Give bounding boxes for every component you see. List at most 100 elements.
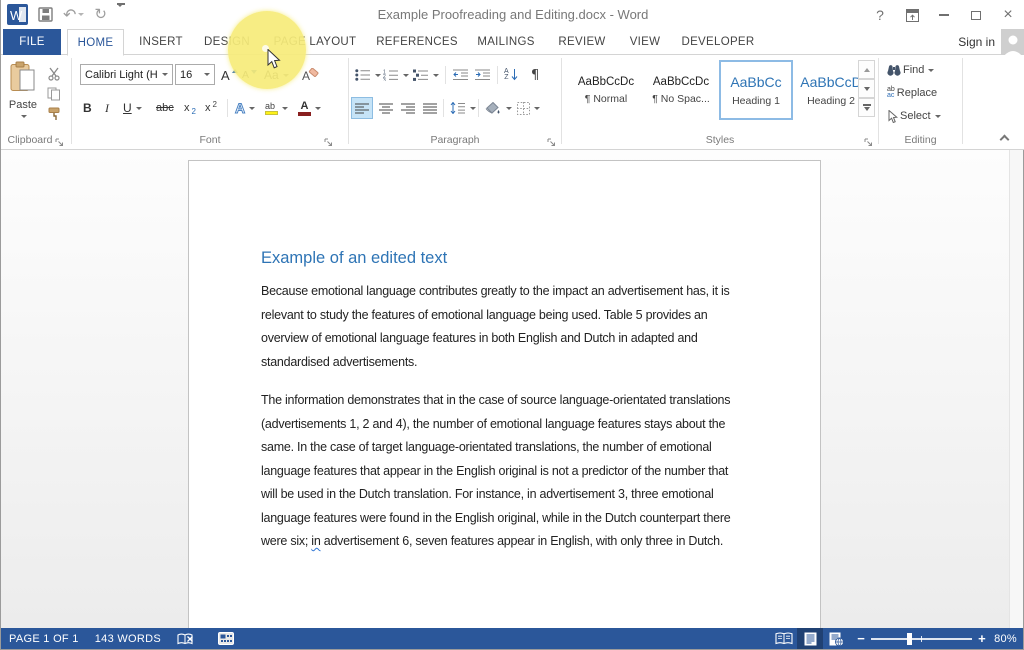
style-heading-1[interactable]: AaBbCc Heading 1 — [719, 60, 793, 120]
paragraph-line: Because emotional language contributes g… — [261, 280, 761, 304]
format-painter-icon — [47, 107, 61, 121]
text-effects-button[interactable]: A — [233, 97, 257, 119]
grammar-flagged-word[interactable]: in — [311, 534, 320, 548]
font-size-combo[interactable]: 16 — [175, 64, 215, 85]
close-icon[interactable]: × — [999, 6, 1017, 24]
superscript-button[interactable]: x2 — [203, 97, 219, 119]
sign-in-link[interactable]: Sign in — [958, 29, 995, 55]
macro-record-icon[interactable] — [210, 628, 242, 649]
styles-gallery-more-button[interactable] — [858, 98, 875, 117]
subscript-button[interactable]: x2 — [182, 97, 198, 119]
bold-button[interactable]: B — [81, 97, 95, 119]
paragraph-line: standardised advertisements. — [261, 351, 761, 375]
copy-icon — [47, 87, 61, 101]
maximize-icon[interactable] — [967, 6, 985, 24]
increase-indent-button[interactable] — [473, 64, 493, 86]
ribbon-tab-bar: FILE HOME INSERT DESIGN PAGE LAYOUT REFE… — [1, 29, 1024, 55]
find-button[interactable]: Find — [885, 59, 936, 81]
tab-mailings[interactable]: MAILINGS — [471, 29, 541, 55]
ribbon-display-options-icon[interactable] — [903, 6, 921, 24]
avatar[interactable] — [1001, 29, 1024, 55]
font-color-button[interactable]: A — [296, 97, 323, 119]
tab-insert[interactable]: INSERT — [134, 29, 188, 55]
font-group: Calibri Light (H 16 A A Aa A B I U abc — [72, 55, 348, 149]
title-bar: W ↶ ↻ Example Proofreading and Editing.d… — [1, 0, 1024, 29]
tab-references[interactable]: REFERENCES — [375, 29, 459, 55]
paragraph-dialog-launcher-icon[interactable] — [547, 134, 557, 144]
select-button[interactable]: Select — [885, 105, 943, 127]
paragraph-line: The information demonstrates that in the… — [261, 389, 761, 413]
document-canvas: Example of an edited text Because emotio… — [1, 150, 1023, 628]
view-switcher — [771, 628, 849, 649]
shading-button[interactable] — [483, 97, 514, 119]
align-left-button[interactable] — [351, 97, 373, 119]
bullets-button[interactable] — [353, 64, 383, 86]
format-painter-button[interactable] — [45, 103, 65, 125]
highlight-button[interactable]: ab — [263, 97, 290, 119]
zoom-percentage[interactable]: 80% — [994, 633, 1017, 645]
clipboard-dialog-launcher-icon[interactable] — [55, 134, 65, 144]
font-name-combo[interactable]: Calibri Light (H — [80, 64, 173, 85]
print-layout-button[interactable] — [797, 628, 823, 649]
zoom-out-icon[interactable]: − — [857, 631, 865, 646]
zoom-thumb[interactable] — [907, 633, 912, 645]
find-binoculars-icon — [887, 64, 901, 76]
justify-button[interactable] — [420, 97, 440, 119]
highlight-dropdown-icon — [282, 107, 288, 110]
cut-button[interactable] — [45, 63, 65, 85]
align-right-button[interactable] — [398, 97, 418, 119]
style-heading-2[interactable]: AaBbCcD Heading 2 — [795, 60, 867, 120]
multilevel-list-button[interactable] — [411, 64, 441, 86]
font-size-value: 16 — [180, 69, 192, 81]
proofing-errors-icon[interactable] — [169, 628, 202, 649]
clear-formatting-icon: A — [302, 68, 319, 83]
clear-formatting-button[interactable]: A — [300, 64, 321, 86]
page-indicator[interactable]: PAGE 1 OF 1 — [1, 628, 87, 649]
numbering-button[interactable]: 123 — [381, 64, 411, 86]
help-icon[interactable]: ? — [871, 6, 889, 24]
replace-button[interactable]: ab ac Replace — [885, 82, 939, 104]
sort-button[interactable]: A Z — [502, 64, 520, 86]
italic-button[interactable]: I — [103, 97, 115, 119]
strikethrough-button[interactable]: abc — [154, 97, 176, 119]
web-layout-button[interactable] — [823, 628, 849, 649]
zoom-track[interactable] — [871, 633, 972, 645]
show-hide-pilcrow-button[interactable]: ¶ — [529, 64, 541, 86]
styles-gallery-up-button[interactable] — [858, 60, 875, 79]
minimize-icon[interactable] — [935, 6, 953, 24]
tab-review[interactable]: REVIEW — [553, 29, 611, 55]
font-dialog-launcher-icon[interactable] — [324, 134, 334, 144]
underline-button[interactable]: U — [121, 97, 144, 119]
read-mode-button[interactable] — [771, 628, 797, 649]
decrease-indent-button[interactable] — [451, 64, 471, 86]
sort-arrow-icon — [511, 69, 518, 81]
zoom-slider[interactable]: − + — [857, 631, 986, 646]
style-no-spacing[interactable]: AaBbCcDc ¶ No Spac... — [645, 60, 717, 120]
tab-home[interactable]: HOME — [67, 29, 124, 56]
paragraph-group: 123 A Z ¶ — [349, 55, 561, 149]
line-spacing-dropdown-icon — [470, 107, 476, 110]
style-normal[interactable]: AaBbCcDc ¶ Normal — [570, 60, 642, 120]
line-spacing-button[interactable] — [448, 97, 478, 119]
tab-developer[interactable]: DEVELOPER — [679, 29, 757, 55]
paste-button[interactable]: Paste — [5, 59, 41, 127]
align-center-button[interactable] — [376, 97, 396, 119]
styles-dialog-launcher-icon[interactable] — [864, 134, 874, 144]
read-mode-icon — [775, 632, 793, 645]
replace-label: Replace — [897, 87, 937, 99]
collapse-ribbon-button[interactable] — [1001, 133, 1017, 145]
paragraph-group-label: Paragraph — [349, 134, 561, 146]
replace-icon: ab ac — [887, 87, 895, 99]
copy-button[interactable] — [45, 83, 65, 105]
styles-gallery-down-button[interactable] — [858, 79, 875, 98]
zoom-in-icon[interactable]: + — [978, 631, 986, 646]
paste-dropdown-icon[interactable] — [21, 115, 27, 118]
vertical-scrollbar[interactable] — [1009, 150, 1023, 628]
borders-button[interactable] — [515, 97, 542, 119]
document-page[interactable]: Example of an edited text Because emotio… — [188, 160, 821, 628]
tab-file[interactable]: FILE — [3, 29, 61, 55]
tab-view[interactable]: VIEW — [623, 29, 667, 55]
align-left-icon — [355, 103, 370, 114]
print-layout-icon — [804, 632, 817, 646]
word-count[interactable]: 143 WORDS — [87, 628, 169, 649]
